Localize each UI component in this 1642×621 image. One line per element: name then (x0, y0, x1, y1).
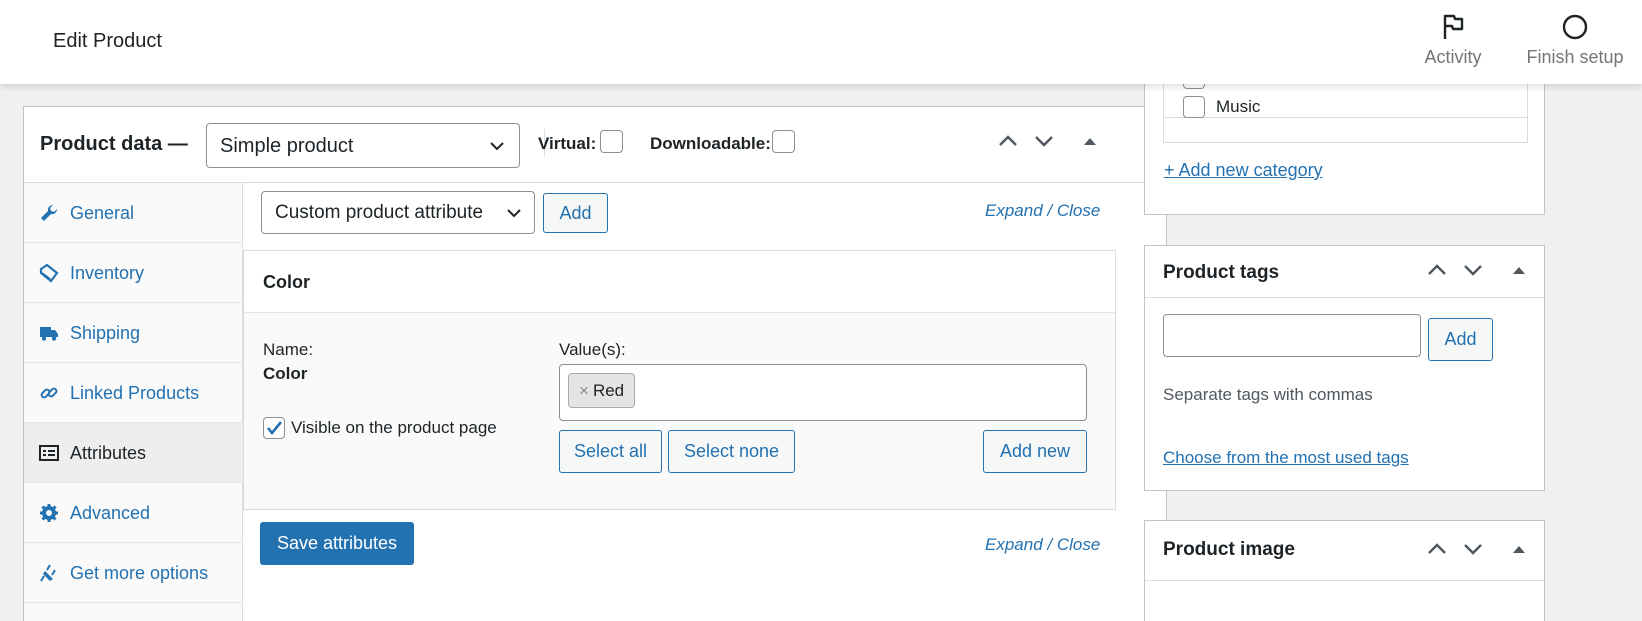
chevron-down-icon (507, 209, 521, 218)
virtual-checkbox[interactable] (600, 130, 623, 153)
checkmark-icon (266, 421, 283, 436)
image-title: Product image (1163, 539, 1295, 560)
category-label: Music (1216, 97, 1261, 116)
finish-setup-button[interactable]: Finish setup (1521, 13, 1629, 68)
link-icon (40, 387, 58, 399)
select-all-button[interactable]: Select all (559, 430, 662, 473)
value-chip[interactable]: × Red (568, 373, 636, 408)
chip-label: Red (592, 381, 625, 400)
tab-inventory[interactable]: Inventory (24, 243, 243, 303)
list-icon (39, 445, 59, 461)
truck-icon (40, 327, 58, 341)
tab-linked-products[interactable]: Linked Products (24, 363, 243, 423)
visible-label: Visible on the product page (291, 418, 497, 437)
tags-hint: Separate tags with commas (1163, 385, 1373, 404)
chevron-down-icon[interactable] (1462, 260, 1484, 280)
tab-label: Linked Products (70, 383, 200, 403)
downloadable-label: Downloadable: (650, 134, 771, 153)
chevron-down-icon[interactable] (1033, 131, 1055, 151)
visible-checkbox[interactable] (263, 417, 285, 439)
tab-label: General (70, 203, 135, 223)
finish-setup-label: Finish setup (1526, 47, 1624, 67)
expand-close-link[interactable]: Expand / Close (985, 201, 1100, 221)
flag-icon (1443, 14, 1464, 39)
chevron-up-icon[interactable] (1426, 539, 1448, 559)
toggle-panel-icon[interactable] (1511, 260, 1527, 280)
select-none-button[interactable]: Select none (668, 430, 795, 473)
tab-label: Shipping (70, 323, 141, 343)
category-checkbox-music[interactable] (1183, 96, 1205, 118)
activity-label: Activity (1424, 47, 1482, 67)
product-data-box: Product data — Simple product Virtual: D… (23, 106, 1167, 621)
category-list-visible: Music (1163, 77, 1528, 143)
name-value: Color (263, 364, 308, 383)
chevron-up-icon[interactable] (997, 131, 1019, 151)
add-tag-button[interactable]: Add (1428, 318, 1493, 361)
tab-shipping[interactable]: Shipping (24, 303, 243, 363)
top-header: Edit Product Activity Finish setup (0, 0, 1642, 84)
chevron-down-icon (490, 142, 504, 151)
attribute-type-select[interactable]: Custom product attribute (261, 191, 535, 234)
chevron-down-icon[interactable] (1462, 539, 1484, 559)
product-data-label: Product data — (40, 133, 188, 155)
name-label: Name: (263, 340, 314, 359)
values-input[interactable]: × Red (559, 364, 1087, 421)
product-image-box: Product image (1144, 520, 1545, 621)
add-new-category-link[interactable]: + Add new category (1164, 160, 1323, 181)
tag-icon (39, 263, 59, 283)
add-new-value-button[interactable]: Add new (983, 430, 1087, 473)
attribute-heading: Color (263, 272, 310, 292)
tags-title: Product tags (1163, 262, 1280, 283)
toggle-panel-icon[interactable] (1082, 131, 1098, 151)
page-title: Edit Product (53, 30, 162, 52)
attribute-header[interactable]: Color (244, 251, 1115, 313)
circle-icon (1562, 14, 1588, 40)
tags-header: Product tags (1145, 246, 1544, 298)
values-label: Value(s): (559, 340, 626, 359)
activity-button[interactable]: Activity (1413, 13, 1493, 68)
attribute-type-value: Custom product attribute (275, 202, 484, 223)
product-tags-box: Product tags Add Separate tags with comm… (1144, 245, 1545, 491)
expand-close-link[interactable]: Expand / Close (985, 535, 1100, 555)
product-type-select[interactable]: Simple product (206, 123, 520, 168)
image-header: Product image (1145, 521, 1544, 581)
wrench-icon (41, 204, 58, 221)
tab-get-more-options[interactable]: Get more options (24, 543, 243, 603)
tab-label: Inventory (70, 263, 145, 283)
save-attributes-button[interactable]: Save attributes (260, 522, 414, 565)
product-data-tabs: General Inventory Shipping Linked Produc… (24, 183, 243, 621)
product-data-header: Product data — Simple product Virtual: D… (24, 107, 1166, 183)
gear-icon (40, 504, 58, 522)
add-attribute-button[interactable]: Add (543, 193, 608, 233)
virtual-label: Virtual: (538, 134, 597, 153)
tab-label: Get more options (70, 563, 209, 583)
attribute-item: Color Name: Color Value(s): × Red Visible… (243, 250, 1116, 510)
remove-chip-icon[interactable]: × (579, 381, 589, 400)
product-type-value: Simple product (220, 135, 354, 157)
tab-advanced[interactable]: Advanced (24, 483, 243, 543)
plug-icon (40, 564, 56, 582)
chevron-up-icon[interactable] (1426, 260, 1448, 280)
tab-general[interactable]: General (24, 183, 243, 243)
downloadable-checkbox[interactable] (772, 130, 795, 153)
toggle-panel-icon[interactable] (1511, 539, 1527, 559)
tag-input[interactable] (1163, 314, 1421, 357)
tab-attributes[interactable]: Attributes (24, 423, 243, 483)
tab-label: Advanced (70, 503, 151, 523)
most-used-tags-link[interactable]: Choose from the most used tags (1163, 448, 1409, 468)
tab-label: Attributes (70, 443, 147, 463)
